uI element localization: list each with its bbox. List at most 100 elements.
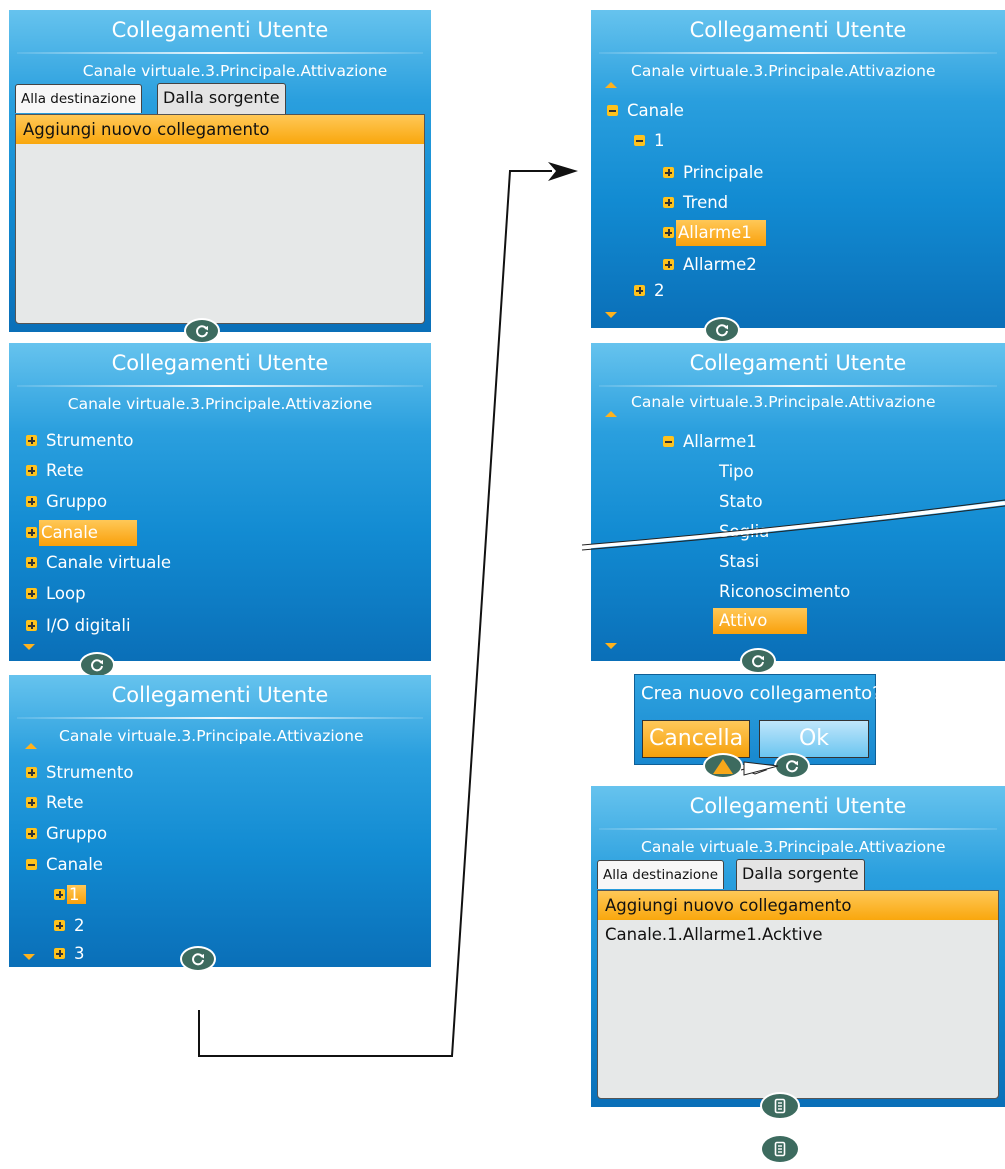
tree-item-allarme2[interactable]: Allarme2 bbox=[663, 252, 757, 278]
expand-icon bbox=[663, 167, 674, 178]
rotate-button[interactable] bbox=[704, 317, 740, 343]
expand-icon bbox=[663, 197, 674, 208]
tree-item-attivo[interactable]: Attivo bbox=[713, 608, 807, 634]
tree-item-riconoscimento[interactable]: Riconoscimento bbox=[719, 579, 850, 605]
tree-item-gruppo[interactable]: Gruppo bbox=[26, 821, 107, 847]
tree-item-tipo[interactable]: Tipo bbox=[719, 459, 754, 485]
tree-item-gruppo[interactable]: Gruppo bbox=[26, 489, 107, 515]
tree-item-canale[interactable]: Canale bbox=[26, 852, 103, 878]
collapse-icon bbox=[634, 135, 645, 146]
expand-icon bbox=[26, 435, 37, 446]
document-button[interactable] bbox=[760, 1134, 800, 1164]
rotate-button[interactable] bbox=[740, 648, 776, 674]
tree-item-label: Allarme1 bbox=[683, 432, 757, 451]
rotate-button[interactable] bbox=[184, 318, 220, 344]
tab-destination[interactable]: Alla destinazione bbox=[597, 860, 725, 889]
tree-item-channel-3[interactable]: 3 bbox=[54, 941, 85, 967]
scroll-down-icon[interactable] bbox=[605, 643, 617, 649]
expand-icon bbox=[26, 588, 37, 599]
tree-item-loop[interactable]: Loop bbox=[26, 581, 86, 607]
tree-item-label: I/O digitali bbox=[46, 616, 131, 635]
document-icon bbox=[774, 1141, 786, 1157]
confirm-dialog: Crea nuovo collegamento? Cancella Ok bbox=[634, 674, 882, 765]
expand-icon bbox=[26, 828, 37, 839]
tree-item-trend[interactable]: Trend bbox=[663, 190, 728, 216]
document-icon bbox=[774, 1098, 786, 1114]
cancel-button[interactable]: Cancella bbox=[642, 720, 750, 758]
tree-item-label: Canale virtuale bbox=[46, 553, 172, 572]
tree-item-label: 1 bbox=[67, 885, 86, 904]
tree-item-channel-2[interactable]: 2 bbox=[54, 913, 85, 939]
tree-item-label: Allarme1 bbox=[676, 220, 766, 246]
tree-item-label: Canale bbox=[627, 101, 684, 120]
add-link-item[interactable]: Aggiungi nuovo collegamento bbox=[16, 115, 424, 144]
tree-item-canale[interactable]: Canale bbox=[607, 98, 684, 124]
expand-icon bbox=[54, 889, 65, 900]
path-label: Canale virtuale.3.Principale.Attivazione bbox=[67, 395, 373, 413]
expand-icon bbox=[663, 259, 674, 270]
tree-item-label: Gruppo bbox=[46, 492, 108, 511]
tree-item-label: Gruppo bbox=[46, 824, 108, 843]
expand-icon bbox=[26, 465, 37, 476]
scroll-up-icon[interactable] bbox=[605, 411, 617, 417]
tree-item-strumento[interactable]: Strumento bbox=[26, 428, 133, 454]
ok-button[interactable]: Ok bbox=[759, 720, 869, 758]
expand-icon bbox=[54, 948, 65, 959]
scroll-up-icon[interactable] bbox=[605, 82, 617, 88]
tree-item-label: Trend bbox=[683, 193, 729, 212]
tree-item-strumento[interactable]: Strumento bbox=[26, 760, 133, 786]
tree-item-channel-1[interactable]: 1 bbox=[54, 882, 86, 908]
path-label: Canale virtuale.3.Principale.Attivazione bbox=[631, 393, 936, 411]
tree-item-allarme1[interactable]: Allarme1 bbox=[663, 429, 757, 455]
tree-item-stato[interactable]: Stato bbox=[719, 489, 763, 515]
screen-browse-alarm: Collegamenti Utente Canale virtuale.3.Pr… bbox=[591, 343, 1005, 661]
links-list: Aggiungi nuovo collegamento bbox=[15, 114, 425, 324]
tree-item-allarme1[interactable]: Allarme1 bbox=[663, 220, 766, 246]
page-title: Collegamenti Utente bbox=[111, 683, 329, 707]
scroll-up-icon[interactable] bbox=[25, 743, 37, 749]
expand-icon bbox=[26, 527, 37, 538]
rotate-icon bbox=[196, 325, 208, 338]
expand-icon bbox=[26, 557, 37, 568]
tree-item-channel-2[interactable]: 2 bbox=[634, 278, 665, 304]
dialog-message: Crea nuovo collegamento? bbox=[641, 683, 882, 704]
tree-item-canale[interactable]: Canale bbox=[26, 520, 137, 546]
path-label: Canale virtuale.3.Principale.Attivazione bbox=[641, 838, 946, 856]
link-item[interactable]: Canale.1.Allarme1.Acktive bbox=[598, 920, 998, 949]
tree-item-label: 1 bbox=[654, 131, 665, 150]
add-link-item[interactable]: Aggiungi nuovo collegamento bbox=[598, 891, 998, 920]
page-title: Collegamenti Utente bbox=[689, 351, 907, 375]
tree-item-canale-virtuale[interactable]: Canale virtuale bbox=[26, 550, 171, 576]
scroll-down-icon[interactable] bbox=[605, 312, 617, 318]
tree-item-stasi[interactable]: Stasi bbox=[719, 549, 759, 575]
links-list: Aggiungi nuovo collegamento Canale.1.All… bbox=[597, 890, 999, 1099]
expand-icon bbox=[26, 620, 37, 631]
page-title: Collegamenti Utente bbox=[111, 351, 329, 375]
tree-item-rete[interactable]: Rete bbox=[26, 458, 84, 484]
rotate-button[interactable] bbox=[774, 753, 810, 779]
tree-item-channel-1[interactable]: 1 bbox=[634, 128, 665, 154]
title-divider bbox=[17, 52, 423, 54]
tree-item-label: Loop bbox=[46, 584, 86, 603]
rotate-icon bbox=[752, 655, 764, 668]
tree-item-label: Attivo bbox=[713, 608, 807, 634]
expand-icon bbox=[54, 920, 65, 931]
tree-item-principale[interactable]: Principale bbox=[663, 160, 763, 186]
tab-source[interactable]: Dalla sorgente bbox=[157, 83, 286, 114]
document-button[interactable] bbox=[760, 1092, 800, 1120]
tab-destination[interactable]: Alla destinazione bbox=[15, 84, 143, 113]
tree-item-io-digitali[interactable]: I/O digitali bbox=[26, 613, 131, 639]
page-title: Collegamenti Utente bbox=[111, 18, 329, 42]
up-button[interactable] bbox=[703, 753, 743, 779]
tab-source[interactable]: Dalla sorgente bbox=[736, 859, 865, 890]
tree-item-rete[interactable]: Rete bbox=[26, 790, 84, 816]
tree-item-soglia[interactable]: Soglia bbox=[719, 519, 769, 545]
scroll-down-icon[interactable] bbox=[23, 954, 35, 960]
path-label: Canale virtuale.3.Principale.Attivazione bbox=[82, 62, 388, 80]
scroll-down-icon[interactable] bbox=[23, 644, 35, 650]
rotate-button[interactable] bbox=[180, 946, 216, 972]
rotate-icon bbox=[192, 953, 204, 966]
tree-item-label: Rete bbox=[46, 793, 84, 812]
title-divider bbox=[599, 828, 997, 830]
expand-icon bbox=[26, 767, 37, 778]
